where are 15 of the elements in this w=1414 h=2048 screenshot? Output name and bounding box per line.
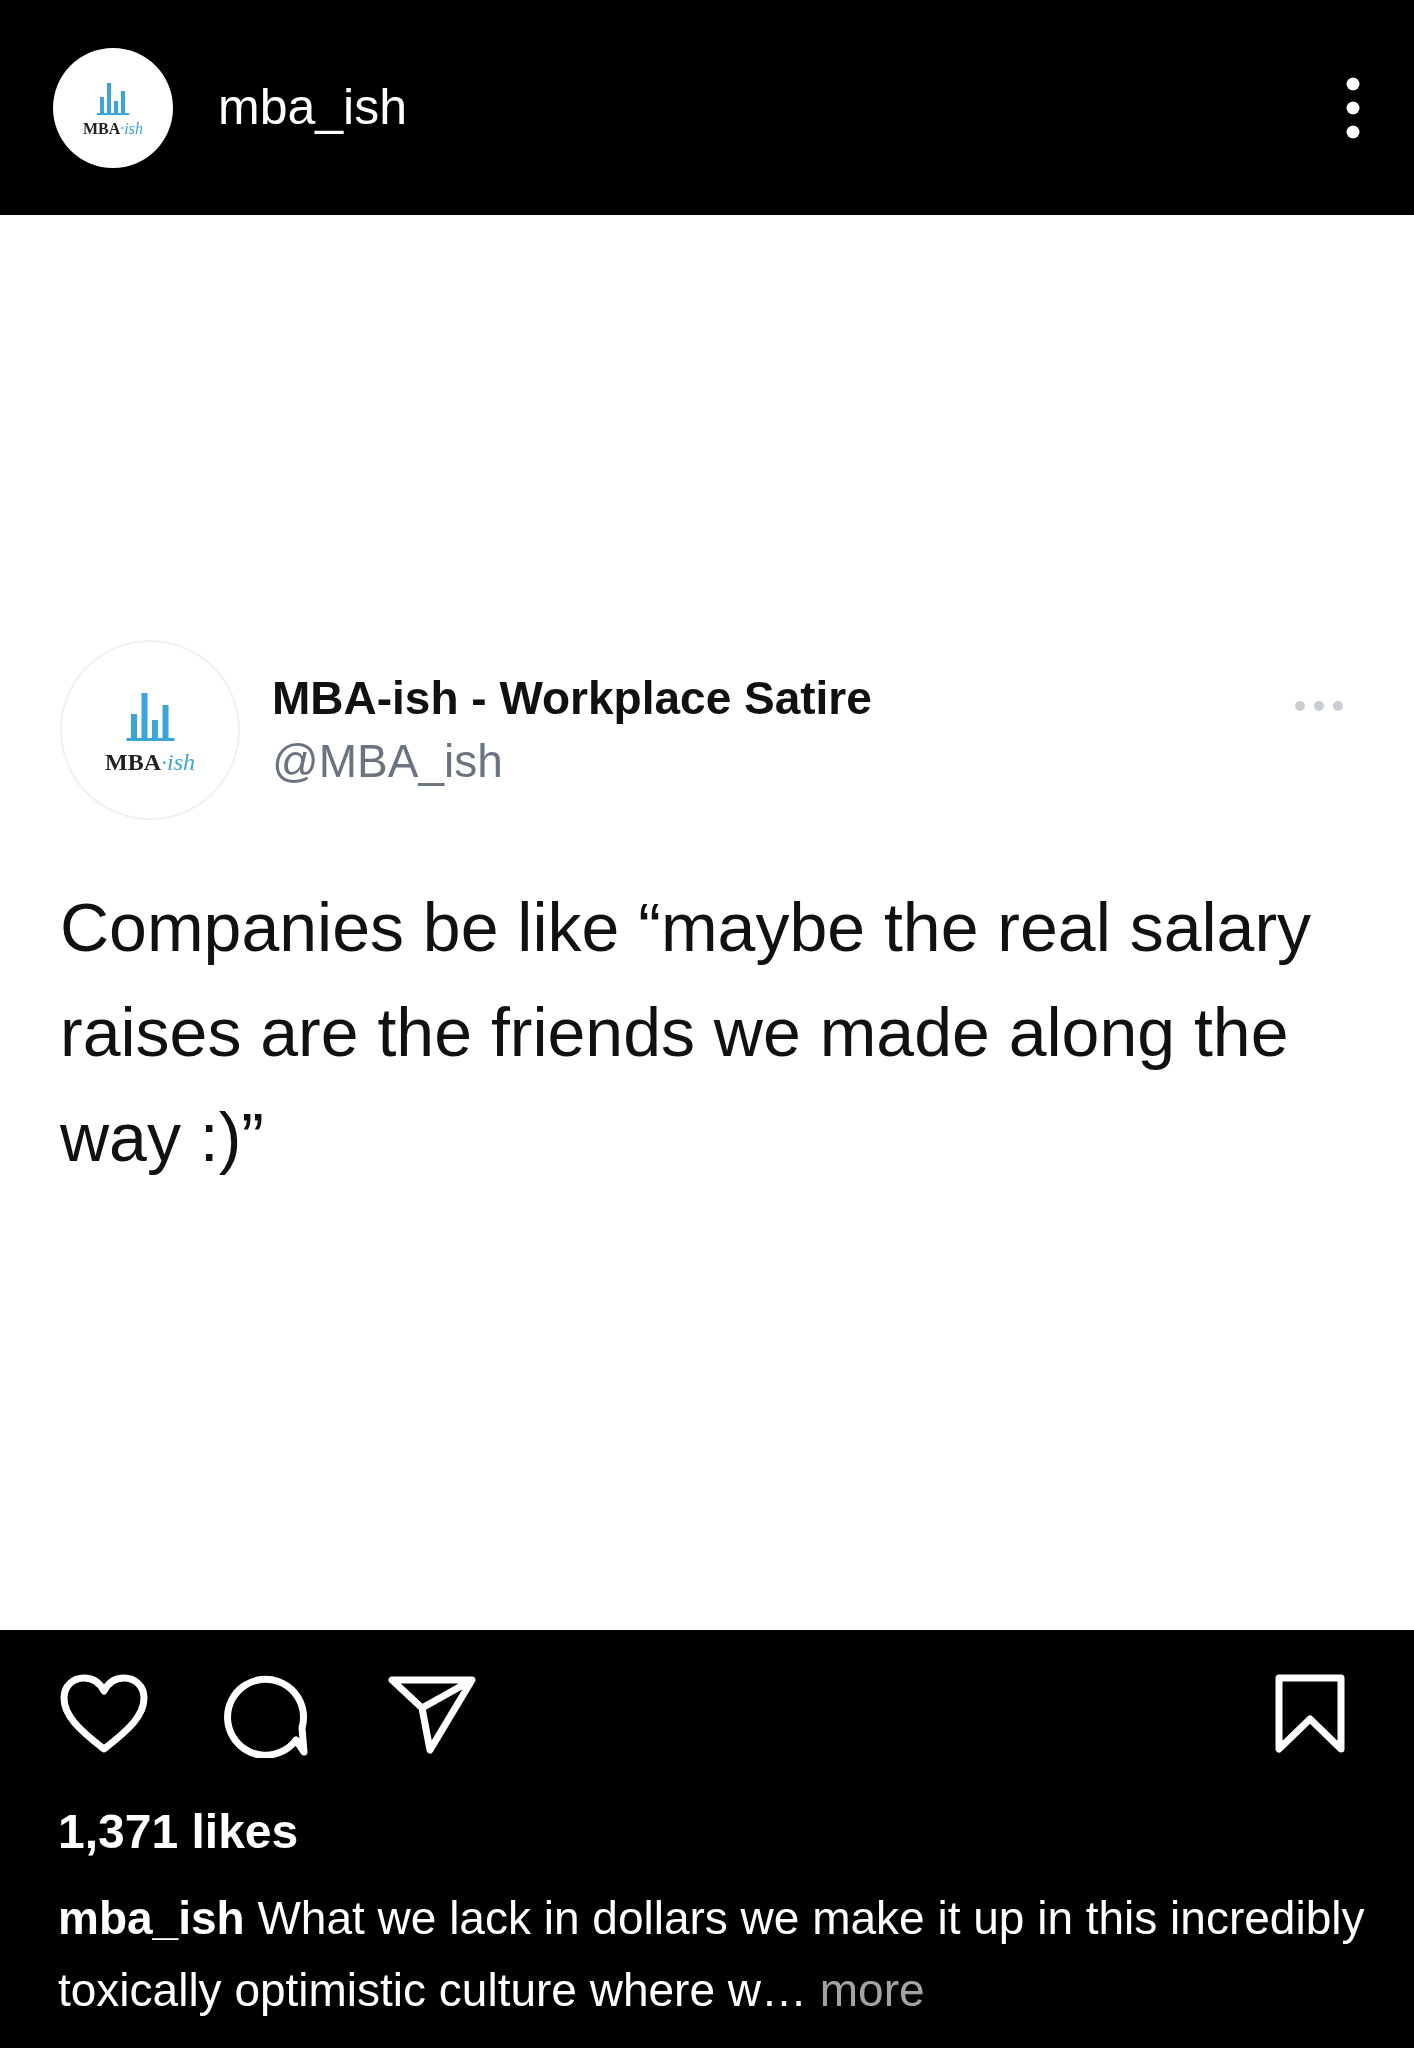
logo-text: MBA·ish <box>83 120 143 137</box>
bookmark-icon[interactable] <box>1274 1673 1346 1755</box>
avatar[interactable]: MBA·ish <box>53 47 173 168</box>
send-icon[interactable] <box>388 1674 476 1754</box>
tweet-text: Companies be like “maybe the real salary raises are the friends we made along the way :)” <box>60 888 1313 1177</box>
more-link[interactable]: more <box>819 1964 925 2016</box>
account-handle: @MBA_ish <box>272 734 504 789</box>
more-options-icon[interactable] <box>1345 75 1361 140</box>
more-options-icon <box>1294 700 1344 712</box>
likes-count[interactable]: 1,371 likes <box>58 1796 299 1868</box>
account-name: MBA-ish - Workplace Satire <box>272 670 872 726</box>
logo-text: MBA·ish <box>105 749 195 774</box>
heart-icon[interactable] <box>58 1673 150 1755</box>
caption: mba_ish What we lack in dollars we make it up in this incredibly toxically optimistic culture where w… more <box>58 1891 1366 2018</box>
username[interactable]: mba_ish <box>218 70 407 145</box>
